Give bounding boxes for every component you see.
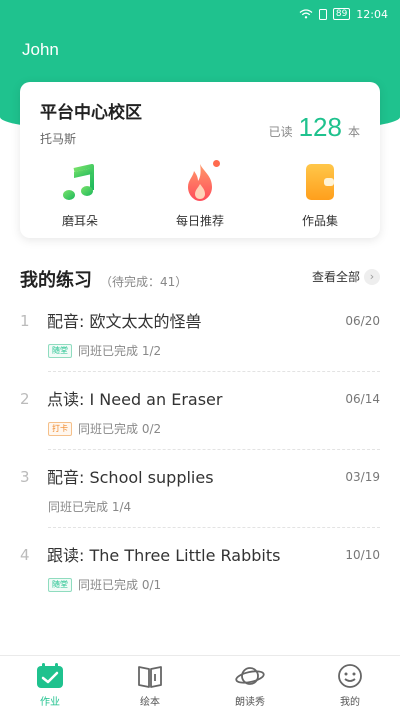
task-meta: 随堂 同班已完成 1/2 <box>48 342 161 359</box>
task-date: 10/10 <box>345 548 380 562</box>
tab-reading-show[interactable]: 朗读秀 <box>200 656 300 711</box>
view-all-label: 查看全部 <box>311 270 360 284</box>
divider <box>48 371 380 372</box>
school-name: 平台中心校区 <box>40 103 142 123</box>
task-date: 06/14 <box>345 392 380 406</box>
task-meta: 同班已完成 1/4 <box>48 498 131 515</box>
task-title: 跟读: The Three Little Rabbits <box>47 546 281 565</box>
task-progress: 同班已完成 0/2 <box>78 422 162 436</box>
task-item[interactable]: 2 点读: I Need an Eraser 06/14 打卡 同班已完成 0/… <box>20 378 380 456</box>
quick-action-label: 作品集 <box>301 214 338 228</box>
tab-picture-books[interactable]: 绘本 <box>100 656 200 711</box>
school-subtitle: 托马斯 <box>40 132 77 146</box>
task-number: 3 <box>20 468 30 486</box>
battery-level: 89 <box>332 8 351 20</box>
status-bar: 89 12:04 <box>0 0 400 28</box>
task-number: 2 <box>20 390 30 408</box>
tab-homework[interactable]: 作业 <box>0 656 100 711</box>
music-note-icon <box>58 160 102 204</box>
quick-action-daily[interactable]: 每日推荐 <box>155 160 245 229</box>
task-item[interactable]: 4 跟读: The Three Little Rabbits 10/10 随堂 … <box>20 534 380 612</box>
task-item[interactable]: 3 配音: School supplies 03/19 同班已完成 1/4 <box>20 456 380 534</box>
task-meta: 打卡 同班已完成 0/2 <box>48 420 161 437</box>
tab-label: 我的 <box>340 697 360 708</box>
chevron-right-icon: › <box>364 268 380 285</box>
smiley-icon <box>335 662 365 690</box>
task-tag: 随堂 <box>48 577 72 592</box>
tab-mine[interactable]: 我的 <box>300 656 400 711</box>
practice-header: 我的练习 （待完成：41） <box>20 266 187 292</box>
task-date: 06/20 <box>345 314 380 328</box>
status-time: 12:04 <box>356 7 388 21</box>
read-unit: 本 <box>347 125 360 139</box>
planet-icon <box>235 662 265 690</box>
read-count: 128 <box>298 112 342 142</box>
task-progress: 同班已完成 1/2 <box>78 344 162 358</box>
wallet-icon <box>298 160 342 204</box>
tab-label: 绘本 <box>140 697 160 708</box>
quick-action-label: 每日推荐 <box>175 214 224 228</box>
quick-action-listening[interactable]: 磨耳朵 <box>35 160 125 229</box>
task-tag: 随堂 <box>48 343 72 358</box>
read-label: 已读 <box>268 125 293 139</box>
quick-action-works[interactable]: 作品集 <box>275 160 365 229</box>
book-icon <box>135 662 165 690</box>
section-title: 我的练习 <box>20 270 92 291</box>
flame-icon <box>178 160 222 204</box>
task-number: 4 <box>20 546 30 564</box>
task-title: 配音: 欧文太太的怪兽 <box>47 312 202 331</box>
sim-icon <box>318 8 327 20</box>
tab-label: 作业 <box>40 697 60 708</box>
view-all-link[interactable]: 查看全部 › <box>312 268 380 285</box>
task-title: 配音: School supplies <box>47 468 214 487</box>
wifi-icon <box>299 9 313 19</box>
notification-dot <box>213 160 220 167</box>
divider <box>48 527 380 528</box>
task-tag: 打卡 <box>48 421 72 436</box>
divider <box>48 449 380 450</box>
tab-label: 朗读秀 <box>235 697 265 708</box>
read-count-area[interactable]: 已读 128 本 <box>269 112 360 143</box>
task-number: 1 <box>20 312 30 330</box>
task-title: 点读: I Need an Eraser <box>47 390 223 409</box>
task-item[interactable]: 1 配音: 欧文太太的怪兽 06/20 随堂 同班已完成 1/2 <box>20 300 380 378</box>
task-meta: 随堂 同班已完成 0/1 <box>48 576 161 593</box>
task-date: 03/19 <box>345 470 380 484</box>
homework-calendar-icon <box>35 662 65 690</box>
quick-action-label: 磨耳朵 <box>61 214 98 228</box>
pending-count: （待完成：41） <box>100 275 188 289</box>
school-card: 平台中心校区 托马斯 已读 128 本 磨耳朵 每日推荐 作品集 <box>20 82 380 238</box>
bottom-tab-bar: 作业 绘本 朗读秀 我的 <box>0 655 400 711</box>
task-progress: 同班已完成 1/4 <box>48 500 132 514</box>
task-progress: 同班已完成 0/1 <box>78 578 162 592</box>
user-name: John <box>22 40 59 59</box>
